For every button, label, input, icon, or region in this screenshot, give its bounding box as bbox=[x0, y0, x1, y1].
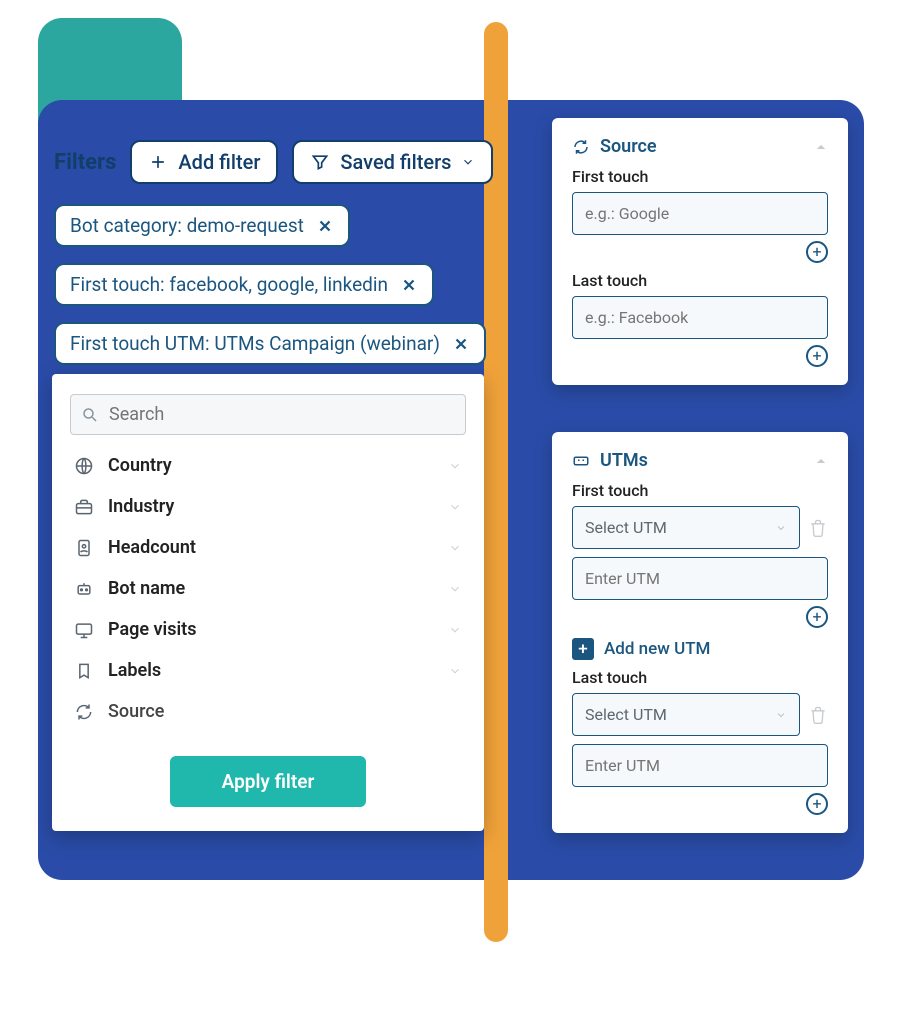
funnel-icon bbox=[310, 152, 330, 172]
filter-category-industry[interactable]: Industry bbox=[70, 486, 466, 527]
utms-card: UTMs First touch Select UTM + + Add new … bbox=[552, 432, 848, 833]
filter-chip[interactable]: Bot category: demo-request bbox=[54, 204, 350, 247]
bookmark-icon bbox=[74, 661, 94, 681]
source-first-touch-label: First touch bbox=[572, 167, 828, 186]
source-card: Source First touch + Last touch + bbox=[552, 118, 848, 385]
plus-icon bbox=[148, 152, 168, 172]
utms-last-touch-label: Last touch bbox=[572, 668, 828, 687]
filter-category-labels[interactable]: Labels bbox=[70, 650, 466, 691]
chevron-down-icon bbox=[448, 541, 462, 555]
filters-title: Filters bbox=[54, 150, 116, 175]
filter-category-country[interactable]: Country bbox=[70, 445, 466, 486]
chevron-down-icon bbox=[448, 582, 462, 596]
bot-icon bbox=[74, 579, 94, 599]
source-last-touch-label: Last touch bbox=[572, 271, 828, 290]
chevron-down-icon bbox=[461, 155, 475, 169]
filter-category-bot-name[interactable]: Bot name bbox=[70, 568, 466, 609]
filter-category-page-visits[interactable]: Page visits bbox=[70, 609, 466, 650]
refresh-icon bbox=[572, 138, 590, 156]
search-icon bbox=[81, 406, 99, 424]
filter-panel: Country Industry Headcount Bot name Page vis… bbox=[52, 374, 484, 831]
add-utm-row-button[interactable]: + bbox=[806, 793, 828, 815]
saved-filters-button[interactable]: Saved filters bbox=[292, 140, 493, 184]
filter-category-list: Country Industry Headcount Bot name Page vis… bbox=[70, 445, 466, 732]
briefcase-icon bbox=[74, 497, 94, 517]
utms-first-touch-label: First touch bbox=[572, 481, 828, 500]
filter-chip-label: Bot category: demo-request bbox=[70, 214, 304, 237]
add-first-touch-button[interactable]: + bbox=[806, 241, 828, 263]
source-first-touch-input[interactable] bbox=[572, 192, 828, 235]
utm-select-first[interactable]: Select UTM bbox=[572, 506, 800, 549]
filter-category-source[interactable]: Source bbox=[70, 691, 466, 732]
chevron-down-icon bbox=[775, 522, 787, 534]
utm-icon bbox=[572, 452, 590, 470]
filter-chip-label: First touch UTM: UTMs Campaign (webinar) bbox=[70, 332, 440, 355]
filter-category-headcount[interactable]: Headcount bbox=[70, 527, 466, 568]
add-utm-row-button[interactable]: + bbox=[806, 606, 828, 628]
filter-chip[interactable]: First touch UTM: UTMs Campaign (webinar) bbox=[54, 322, 486, 365]
source-last-touch-input[interactable] bbox=[572, 296, 828, 339]
chevron-down-icon bbox=[448, 664, 462, 678]
globe-icon bbox=[74, 456, 94, 476]
chevron-down-icon bbox=[448, 623, 462, 637]
utm-value-last-input[interactable] bbox=[572, 744, 828, 787]
category-label: Industry bbox=[108, 496, 174, 517]
trash-icon[interactable] bbox=[808, 705, 828, 725]
id-badge-icon bbox=[74, 538, 94, 558]
chevron-down-icon bbox=[448, 500, 462, 514]
chevron-down-icon bbox=[448, 459, 462, 473]
add-last-touch-button[interactable]: + bbox=[806, 345, 828, 367]
close-icon[interactable] bbox=[452, 335, 470, 353]
add-new-utm-label: Add new UTM bbox=[604, 639, 710, 659]
category-label: Bot name bbox=[108, 578, 185, 599]
saved-filters-label: Saved filters bbox=[340, 150, 451, 174]
chevron-down-icon bbox=[775, 709, 787, 721]
collapse-icon[interactable] bbox=[814, 454, 828, 468]
category-label: Source bbox=[108, 701, 164, 722]
utm-select-placeholder: Select UTM bbox=[585, 705, 667, 724]
apply-filter-button[interactable]: Apply filter bbox=[170, 756, 367, 807]
close-icon[interactable] bbox=[316, 217, 334, 235]
collapse-icon[interactable] bbox=[814, 140, 828, 154]
plus-icon: + bbox=[572, 638, 594, 660]
utm-value-first-input[interactable] bbox=[572, 557, 828, 600]
filter-chip[interactable]: First touch: facebook, google, linkedin bbox=[54, 263, 434, 306]
category-label: Country bbox=[108, 455, 172, 476]
filter-chip-label: First touch: facebook, google, linkedin bbox=[70, 273, 388, 296]
add-new-utm-button[interactable]: + Add new UTM bbox=[572, 638, 828, 660]
utms-card-title: UTMs bbox=[600, 450, 648, 471]
category-label: Headcount bbox=[108, 537, 196, 558]
utm-select-placeholder: Select UTM bbox=[585, 518, 667, 537]
filter-bar: Filters Add filter Saved filters Bot cat… bbox=[54, 140, 522, 365]
trash-icon[interactable] bbox=[808, 518, 828, 538]
utm-select-last[interactable]: Select UTM bbox=[572, 693, 800, 736]
search-input[interactable] bbox=[107, 403, 455, 426]
category-label: Page visits bbox=[108, 619, 196, 640]
close-icon[interactable] bbox=[400, 276, 418, 294]
add-filter-label: Add filter bbox=[178, 150, 260, 174]
refresh-icon bbox=[74, 702, 94, 722]
search-field-wrap[interactable] bbox=[70, 394, 466, 435]
monitor-icon bbox=[74, 620, 94, 640]
source-card-title: Source bbox=[600, 136, 657, 157]
add-filter-button[interactable]: Add filter bbox=[130, 140, 278, 184]
category-label: Labels bbox=[108, 660, 161, 681]
applied-filter-chips: Bot category: demo-request First touch: … bbox=[54, 204, 522, 365]
